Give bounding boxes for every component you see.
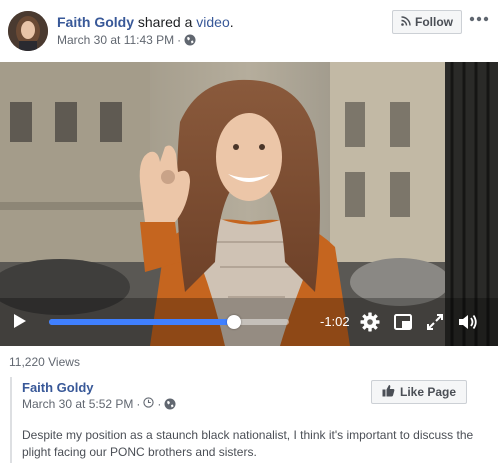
title-suffix: .: [229, 14, 234, 30]
follow-label: Follow: [415, 15, 453, 29]
post-title: Faith Goldy shared a video.: [57, 13, 234, 31]
video-player[interactable]: -1:02: [0, 62, 498, 346]
shared-post: Faith Goldy March 30 at 5:52 PM · · Like…: [10, 377, 490, 463]
view-count: 11,220 Views: [9, 355, 80, 369]
avatar[interactable]: [8, 11, 48, 51]
time-remaining: -1:02: [320, 314, 350, 329]
video-controls: -1:02: [0, 303, 498, 339]
meta-separator: ·: [136, 397, 141, 411]
globe-icon[interactable]: [184, 34, 196, 46]
like-page-button[interactable]: Like Page: [371, 380, 467, 404]
meta-separator-2: ·: [157, 397, 162, 411]
thumbs-up-icon: [382, 384, 395, 400]
shared-timestamp[interactable]: March 30 at 5:52 PM: [22, 397, 133, 411]
shared-author-link[interactable]: Faith Goldy: [22, 380, 94, 395]
clock-icon: [143, 397, 155, 411]
shared-meta: March 30 at 5:52 PM · ·: [22, 397, 176, 411]
more-options-icon[interactable]: [467, 10, 491, 28]
video-link[interactable]: video: [196, 14, 229, 30]
progress-scrubber[interactable]: [226, 315, 241, 329]
like-page-label: Like Page: [399, 385, 457, 399]
globe-icon[interactable]: [164, 398, 176, 410]
progress-fill: [49, 319, 234, 325]
action-text: shared a: [134, 14, 197, 30]
avatar-image: [8, 11, 48, 51]
progress-bar[interactable]: [49, 315, 289, 329]
post-header: Faith Goldy shared a video. March 30 at …: [0, 0, 498, 62]
volume-icon[interactable]: [457, 312, 477, 332]
post-timestamp[interactable]: March 30 at 11:43 PM: [57, 32, 174, 48]
post-meta: March 30 at 11:43 PM ·: [57, 32, 196, 48]
shared-post-text: Despite my position as a staunch black n…: [22, 428, 474, 459]
meta-separator: ·: [177, 33, 182, 47]
settings-gear-icon[interactable]: [360, 312, 380, 332]
author-link[interactable]: Faith Goldy: [57, 14, 134, 30]
play-icon[interactable]: [12, 313, 28, 329]
fullscreen-icon[interactable]: [425, 312, 445, 332]
picture-in-picture-icon[interactable]: [393, 312, 413, 332]
rss-icon: [401, 15, 411, 29]
follow-button[interactable]: Follow: [392, 10, 462, 34]
